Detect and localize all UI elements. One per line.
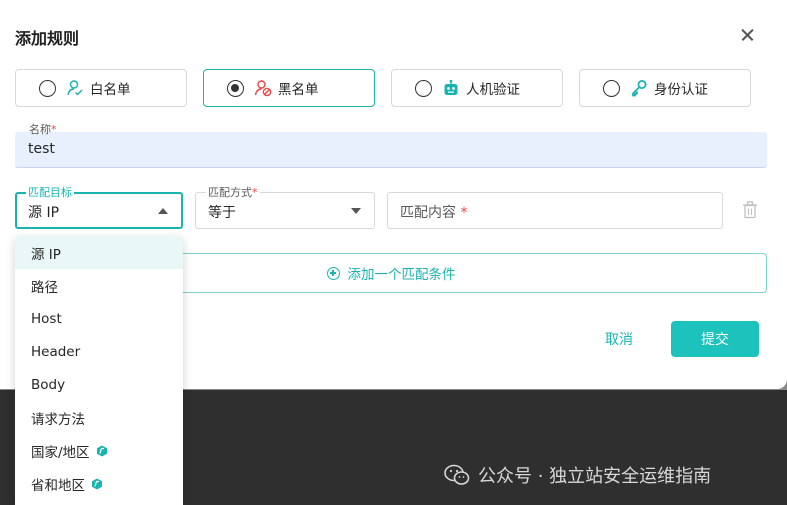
close-icon[interactable] xyxy=(738,25,758,45)
dialog-title: 添加规则 xyxy=(15,29,80,48)
rule-type-label: 黑名单 xyxy=(278,82,319,98)
dropdown-option-province[interactable]: 省和地区 xyxy=(15,467,183,500)
match-method-value: 等于 xyxy=(208,205,236,221)
match-content-placeholder: 匹配内容 xyxy=(400,205,456,221)
pro-badge-icon xyxy=(92,478,102,489)
user-check-icon xyxy=(66,79,84,97)
watermark-text: 公众号 · 独立站安全运维指南 xyxy=(478,466,712,487)
match-method-label: 匹配方式* xyxy=(206,184,260,200)
dropdown-option-country[interactable]: 国家/地区 xyxy=(15,434,183,467)
rule-type-captcha[interactable]: 人机验证 xyxy=(391,69,563,107)
radio-button[interactable] xyxy=(415,79,432,97)
option-label: Host xyxy=(31,310,62,327)
option-label: 省和地区 xyxy=(31,477,85,494)
option-label: 请求方法 xyxy=(31,411,85,428)
option-label: Body xyxy=(31,376,66,393)
caret-up-icon xyxy=(158,208,168,214)
option-label: 路径 xyxy=(31,279,58,296)
rule-type-label: 身份认证 xyxy=(654,82,708,98)
watermark: 公众号 · 独立站安全运维指南 xyxy=(444,462,711,488)
user-block-icon xyxy=(254,79,272,97)
wechat-icon xyxy=(444,464,470,485)
rule-type-blacklist[interactable]: 黑名单 xyxy=(203,69,375,107)
name-input[interactable]: test xyxy=(15,132,767,168)
match-target-label: 匹配目标 xyxy=(26,184,74,200)
dropdown-option-source-ip[interactable]: 源 IP xyxy=(15,236,183,269)
name-field-label: 名称* xyxy=(29,123,57,136)
caret-down-icon xyxy=(351,208,361,214)
rule-type-label: 人机验证 xyxy=(466,82,520,98)
option-label: 源 IP xyxy=(31,246,61,263)
dropdown-option-host[interactable]: Host xyxy=(15,302,183,335)
submit-button[interactable]: 提交 xyxy=(671,321,759,357)
option-label: Header xyxy=(31,343,81,360)
cancel-button[interactable]: 取消 xyxy=(590,323,648,355)
robot-icon xyxy=(442,79,460,97)
match-target-value: 源 IP xyxy=(28,205,60,221)
rule-type-label: 白名单 xyxy=(90,82,131,98)
plus-circle-icon xyxy=(326,266,340,280)
rule-type-auth[interactable]: 身份认证 xyxy=(579,69,751,107)
dropdown-option-path[interactable]: 路径 xyxy=(15,269,183,302)
trash-icon[interactable] xyxy=(742,201,758,219)
key-icon xyxy=(630,79,648,97)
add-condition-label: 添加一个匹配条件 xyxy=(347,267,456,283)
radio-button-checked[interactable] xyxy=(227,79,244,97)
match-target-dropdown: 源 IP 路径 Host Header Body 请求方法 国家/地区 省和地区 xyxy=(15,236,183,505)
match-content-input[interactable]: 匹配内容 * xyxy=(387,192,723,229)
dropdown-option-method[interactable]: 请求方法 xyxy=(15,401,183,434)
dropdown-option-header[interactable]: Header xyxy=(15,335,183,368)
pro-badge-icon xyxy=(96,445,107,456)
dropdown-option-body[interactable]: Body xyxy=(15,368,183,401)
rule-type-whitelist[interactable]: 白名单 xyxy=(15,69,187,107)
radio-button[interactable] xyxy=(39,79,56,97)
option-label: 国家/地区 xyxy=(31,444,90,461)
name-input-value: test xyxy=(28,141,55,157)
radio-button[interactable] xyxy=(603,79,620,97)
